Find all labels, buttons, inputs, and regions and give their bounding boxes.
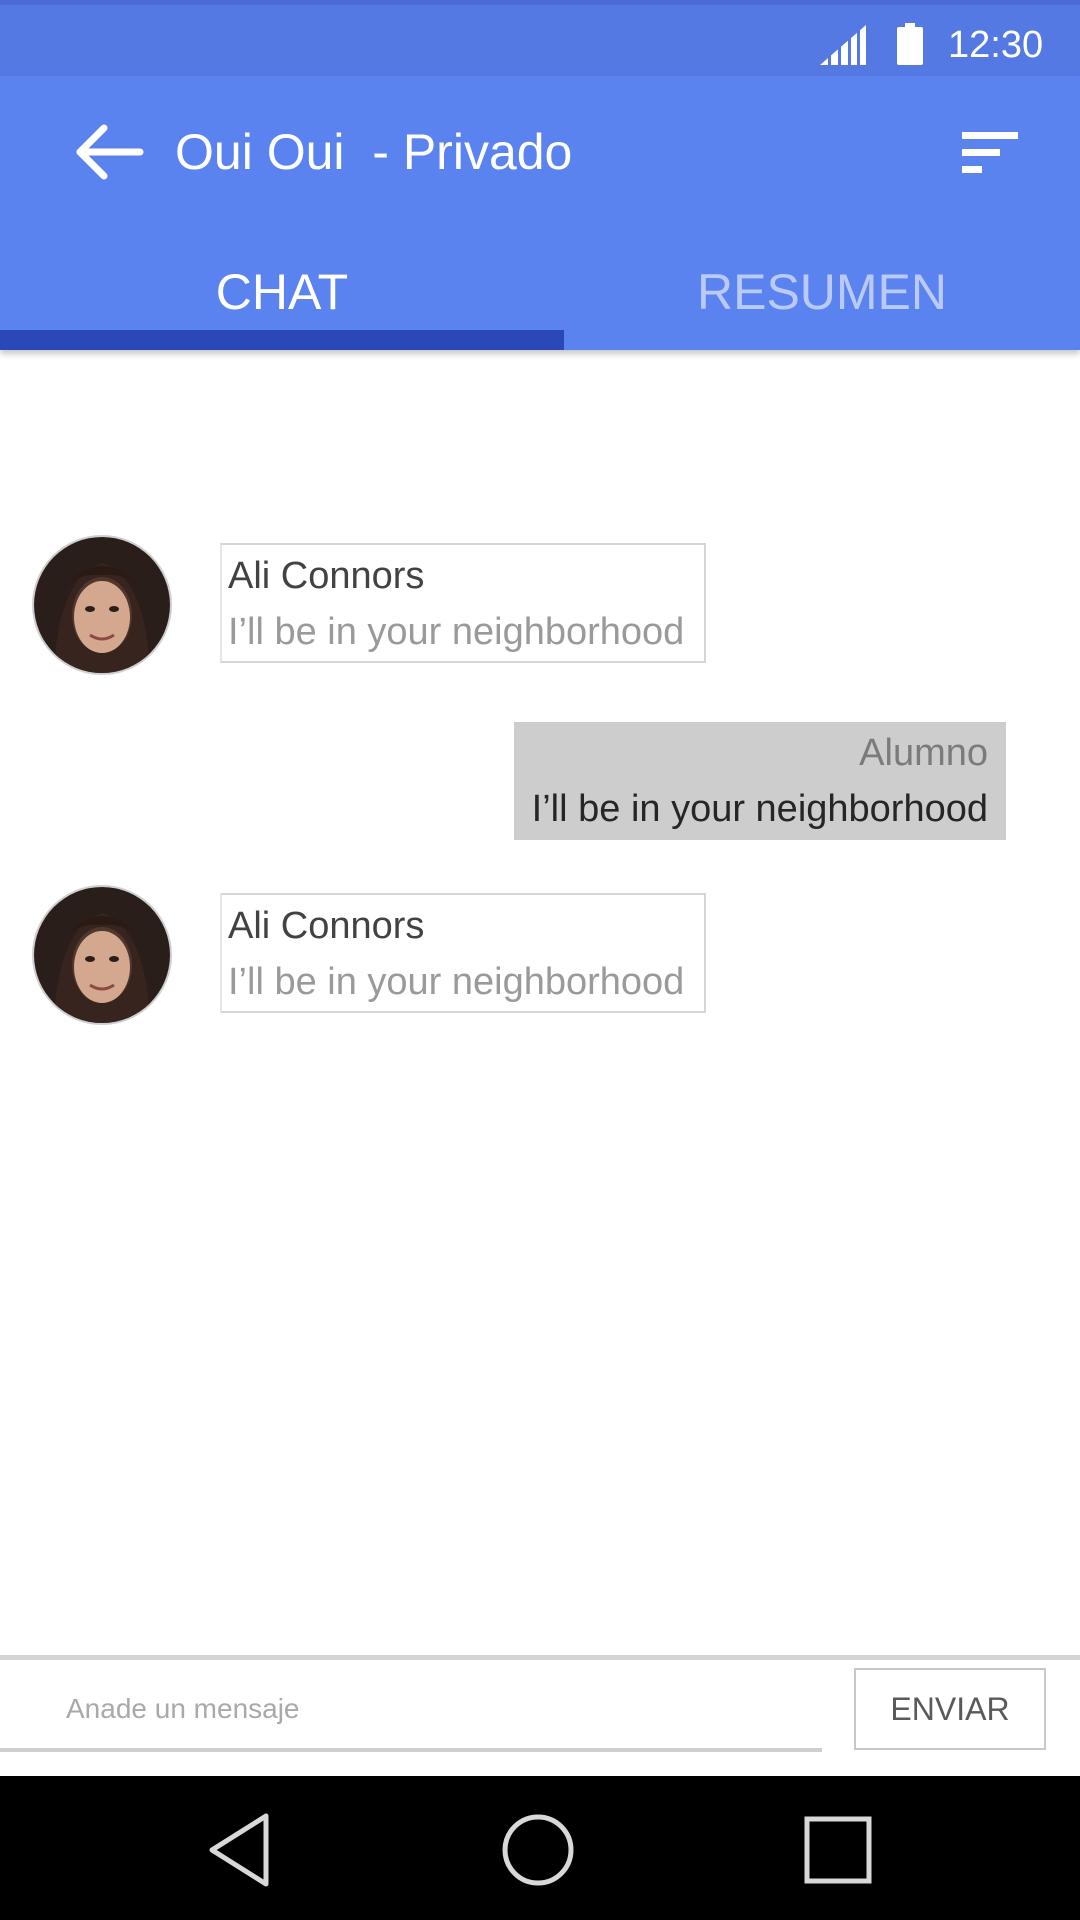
avatar[interactable] — [32, 885, 172, 1025]
composer-divider — [0, 1655, 1080, 1660]
avatar-photo-icon — [34, 887, 170, 1023]
message-bubble-incoming[interactable]: Ali Connors I’ll be in your neighborhood — [220, 893, 706, 1013]
nav-home-icon[interactable] — [496, 1808, 580, 1892]
page-title: Oui Oui - Privado — [175, 124, 573, 180]
message-text: I’ll be in your neighborhood — [228, 961, 685, 1003]
app-bar: Oui Oui - Privado CHAT RESUMEN — [0, 76, 1080, 350]
tab-label: CHAT — [215, 264, 349, 320]
message-list: Ali Connors I’ll be in your neighborhood… — [0, 350, 1080, 1655]
sort-icon[interactable] — [962, 132, 1018, 174]
message-input[interactable] — [0, 1670, 822, 1752]
system-nav-bar — [0, 1776, 1080, 1920]
status-bar: 12:30 — [0, 0, 1080, 76]
tab-indicator — [0, 330, 564, 350]
message-text: I’ll be in your neighborhood — [531, 788, 988, 830]
tab-resumen[interactable]: RESUMEN — [564, 262, 1080, 350]
send-button[interactable]: ENVIAR — [854, 1668, 1046, 1750]
arrow-back-icon[interactable] — [72, 120, 148, 184]
message-bubble-incoming[interactable]: Ali Connors I’ll be in your neighborhood — [220, 543, 706, 663]
message-sender: Ali Connors — [228, 905, 425, 947]
avatar-photo-icon — [34, 537, 170, 673]
nav-back-icon[interactable] — [200, 1808, 284, 1892]
signal-icon — [820, 25, 866, 65]
status-time: 12:30 — [948, 24, 1044, 66]
nav-recents-icon[interactable] — [796, 1808, 880, 1892]
battery-icon — [897, 23, 923, 65]
message-sender: Ali Connors — [228, 555, 425, 597]
avatar[interactable] — [32, 535, 172, 675]
tab-label: RESUMEN — [696, 264, 948, 320]
message-bubble-outgoing[interactable]: Alumno I’ll be in your neighborhood — [514, 722, 1006, 840]
message-text: I’ll be in your neighborhood — [228, 611, 685, 653]
message-sender: Alumno — [859, 732, 988, 774]
